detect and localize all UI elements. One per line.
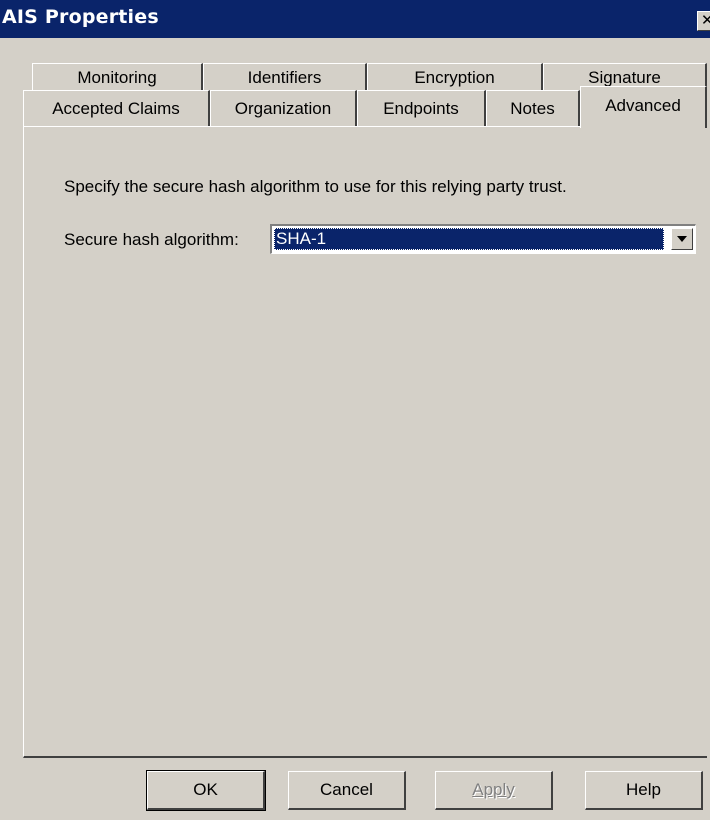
apply-button-label: Apply — [472, 780, 515, 799]
tab-encryption[interactable]: Encryption — [367, 63, 543, 91]
apply-button[interactable]: Apply — [435, 771, 553, 810]
tab-notes[interactable]: Notes — [486, 90, 580, 126]
tab-advanced[interactable]: Advanced — [580, 86, 707, 128]
properties-dialog: AIS Properties ✕ Monitoring Identifiers … — [0, 0, 710, 820]
hash-description: Specify the secure hash algorithm to use… — [64, 177, 567, 196]
tab-accepted-claims[interactable]: Accepted Claims — [23, 90, 210, 126]
help-button[interactable]: Help — [585, 771, 703, 810]
window-title: AIS Properties — [2, 6, 159, 28]
hash-algorithm-select[interactable]: SHA-1 — [270, 224, 696, 254]
tab-organization[interactable]: Organization — [210, 90, 357, 126]
tab-monitoring[interactable]: Monitoring — [32, 63, 203, 91]
close-icon: ✕ — [701, 11, 710, 29]
hash-algorithm-label: Secure hash algorithm: — [64, 230, 239, 249]
hash-algorithm-value: SHA-1 — [274, 228, 664, 250]
chevron-down-icon[interactable] — [671, 228, 693, 250]
title-bar[interactable]: AIS Properties ✕ — [0, 0, 710, 38]
ok-button[interactable]: OK — [146, 770, 266, 811]
close-button[interactable]: ✕ — [697, 11, 710, 31]
tab-identifiers[interactable]: Identifiers — [203, 63, 367, 91]
advanced-tab-panel: Specify the secure hash algorithm to use… — [23, 126, 707, 758]
cancel-button[interactable]: Cancel — [288, 771, 406, 810]
tab-endpoints[interactable]: Endpoints — [357, 90, 486, 126]
